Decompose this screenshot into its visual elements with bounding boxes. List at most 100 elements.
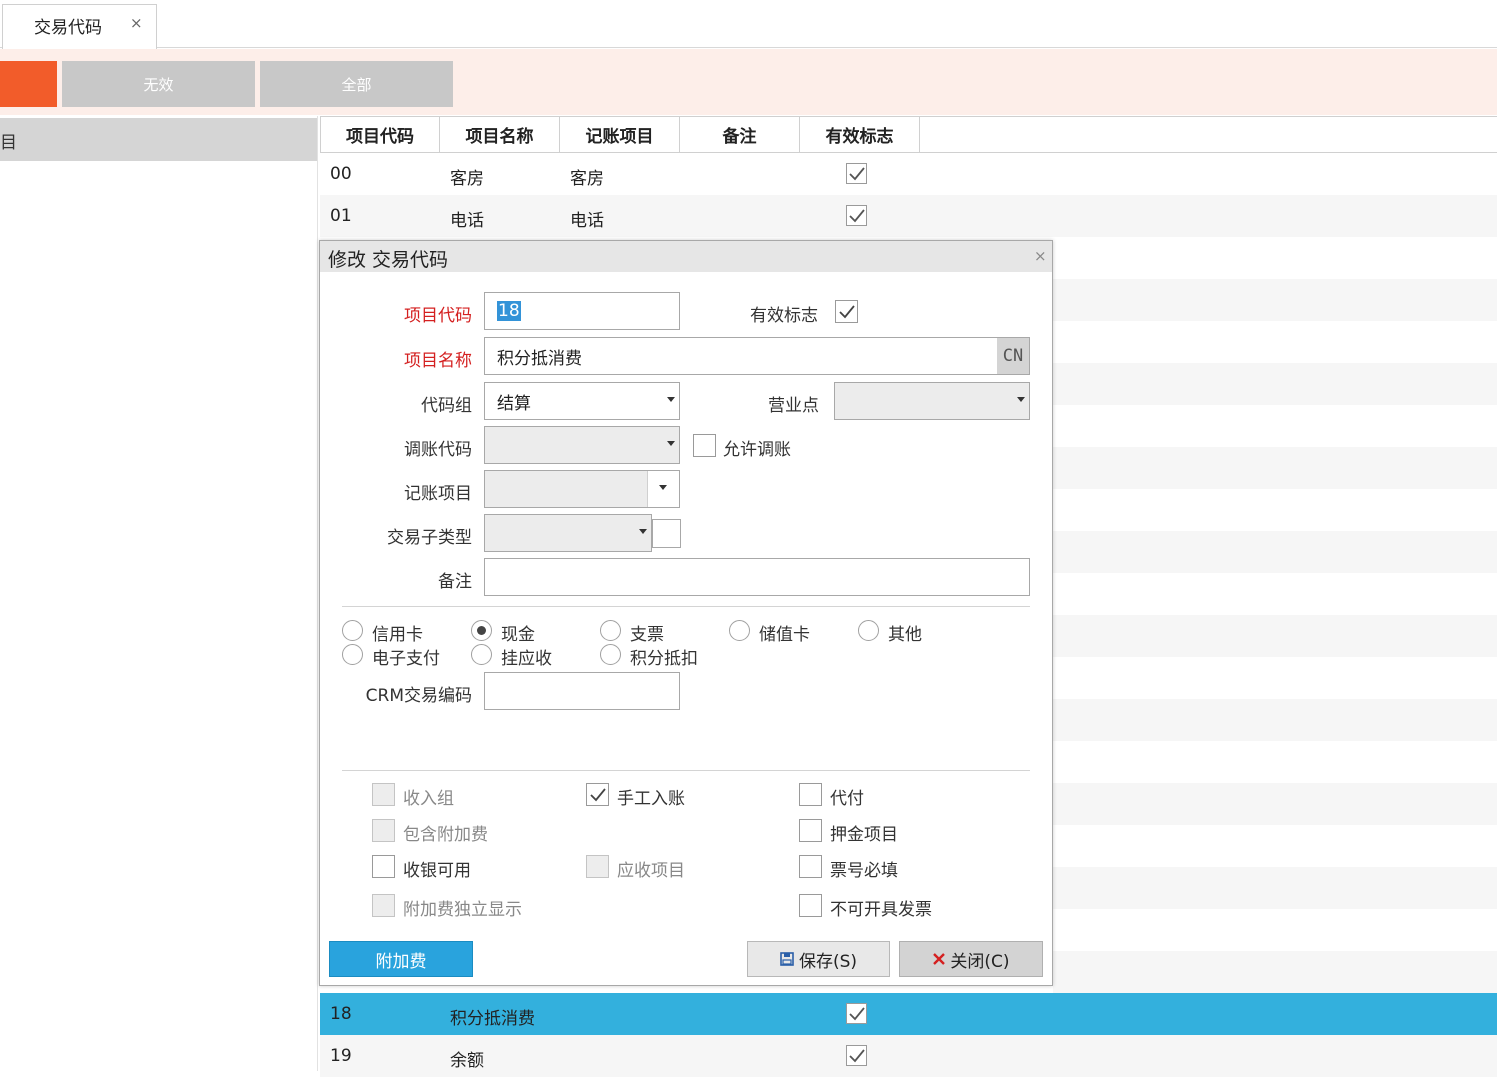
valid-check-icon	[846, 1045, 867, 1066]
divider	[342, 606, 1030, 607]
chevron-down-icon	[639, 529, 647, 534]
row-stripe	[1053, 363, 1497, 405]
income-group-checkbox[interactable]	[372, 783, 395, 806]
include-surcharge-checkbox[interactable]	[372, 819, 395, 842]
valid-check-icon	[846, 163, 867, 184]
allow-adjust-label: 允许调账	[723, 440, 791, 460]
panel-divider	[317, 116, 318, 1071]
chevron-down-icon	[659, 485, 667, 490]
group-select[interactable]: 结算	[484, 382, 680, 420]
cashier-usable-checkbox[interactable]	[372, 855, 395, 878]
deposit-item-label: 押金项目	[830, 825, 898, 845]
column-header-remark[interactable]: 备注	[680, 116, 800, 153]
radio-receivable[interactable]	[471, 644, 492, 665]
edit-dialog: 修改 交易代码 × 项目代码 18 有效标志 项目名称 积分抵消费 CN 代码组…	[319, 240, 1053, 986]
name-input[interactable]: 积分抵消费	[484, 337, 1030, 375]
cell-name: 客房	[450, 169, 484, 189]
radio-label: 储值卡	[759, 625, 810, 645]
receivable-item-label: 应收项目	[617, 861, 685, 881]
radio-label: 积分抵扣	[630, 649, 698, 669]
radio-label: 现金	[501, 625, 535, 645]
receivable-item-checkbox[interactable]	[586, 855, 609, 878]
table-row[interactable]: 01 电话 电话	[320, 195, 1497, 237]
radio-e-payment[interactable]	[342, 644, 363, 665]
subtype-label: 交易子类型	[387, 528, 472, 548]
radio-points-deduct[interactable]	[600, 644, 621, 665]
radio-cash[interactable]	[471, 620, 492, 641]
outlet-select[interactable]	[834, 382, 1030, 420]
save-icon	[780, 952, 794, 966]
language-badge[interactable]: CN	[997, 338, 1029, 374]
surcharge-button[interactable]: 附加费	[329, 941, 473, 977]
active-filter-button[interactable]	[0, 61, 57, 107]
row-stripe	[1053, 867, 1497, 909]
row-stripe	[1053, 951, 1497, 993]
radio-label: 信用卡	[372, 625, 423, 645]
valid-checkbox[interactable]	[835, 300, 858, 323]
agency-pay-label: 代付	[830, 789, 864, 809]
no-invoice-label: 不可开具发票	[830, 900, 932, 920]
outlet-label: 营业点	[768, 396, 819, 416]
all-filter-button[interactable]: 全部	[260, 61, 453, 107]
group-label: 代码组	[421, 396, 472, 416]
subtype-select[interactable]	[484, 514, 652, 552]
left-panel-header[interactable]	[0, 118, 317, 161]
tab-bar	[0, 0, 1497, 48]
table-row-selected[interactable]: 18 积分抵消费	[320, 993, 1497, 1035]
ticket-required-label: 票号必填	[830, 861, 898, 881]
cell-account: 客房	[570, 169, 604, 189]
remark-input[interactable]	[484, 558, 1030, 596]
radio-other[interactable]	[858, 620, 879, 641]
save-button[interactable]: 保存(S)	[747, 941, 890, 977]
manual-post-checkbox[interactable]	[586, 783, 609, 806]
ticket-required-checkbox[interactable]	[799, 855, 822, 878]
crm-input[interactable]	[484, 672, 680, 710]
radio-credit-card[interactable]	[342, 620, 363, 641]
column-header-valid[interactable]: 有效标志	[800, 116, 920, 153]
adjust-code-select[interactable]	[484, 426, 680, 464]
tab-close-icon[interactable]: ×	[130, 14, 143, 32]
tab-label: 交易代码	[34, 18, 102, 38]
cell-code: 01	[330, 206, 352, 226]
column-header-account[interactable]: 记账项目	[560, 116, 680, 153]
deposit-item-checkbox[interactable]	[799, 819, 822, 842]
manual-post-label: 手工入账	[617, 789, 685, 809]
chevron-down-icon	[1017, 397, 1025, 402]
column-header-code[interactable]: 项目代码	[320, 116, 440, 153]
divider	[342, 770, 1030, 771]
allow-adjust-checkbox[interactable]	[693, 434, 716, 457]
income-group-label: 收入组	[403, 789, 454, 809]
no-invoice-checkbox[interactable]	[799, 894, 822, 917]
subtype-color-box[interactable]	[652, 519, 681, 548]
dialog-close-icon[interactable]: ×	[1034, 247, 1047, 265]
dialog-title: 修改 交易代码	[328, 249, 449, 271]
adjust-code-label: 调账代码	[404, 440, 472, 460]
name-input-value: 积分抵消费	[497, 348, 582, 369]
row-stripe	[1053, 279, 1497, 321]
code-input-value: 18	[497, 301, 521, 321]
invalid-filter-button[interactable]: 无效	[62, 61, 255, 107]
row-stripe	[1053, 447, 1497, 489]
close-button[interactable]: 关闭(C)	[899, 941, 1043, 977]
table-row[interactable]: 00 客房 客房	[320, 153, 1497, 195]
radio-label: 挂应收	[501, 649, 552, 669]
close-icon	[933, 953, 946, 965]
column-header-name[interactable]: 项目名称	[440, 116, 560, 153]
account-item-label: 记账项目	[404, 484, 472, 504]
code-input[interactable]: 18	[484, 292, 680, 330]
radio-check[interactable]	[600, 620, 621, 641]
remark-label: 备注	[438, 572, 472, 592]
cell-code: 19	[330, 1046, 352, 1066]
code-label: 项目代码	[404, 306, 472, 326]
account-item-select[interactable]	[484, 470, 680, 508]
name-label: 项目名称	[404, 351, 472, 371]
cell-account: 电话	[570, 211, 604, 231]
group-select-value: 结算	[497, 393, 531, 414]
cell-name: 积分抵消费	[450, 1009, 535, 1029]
cell-code: 00	[330, 164, 352, 184]
radio-label: 支票	[630, 625, 664, 645]
agency-pay-checkbox[interactable]	[799, 783, 822, 806]
radio-stored-value[interactable]	[729, 620, 750, 641]
cell-name: 电话	[450, 211, 484, 231]
surcharge-separate-checkbox[interactable]	[372, 894, 395, 917]
